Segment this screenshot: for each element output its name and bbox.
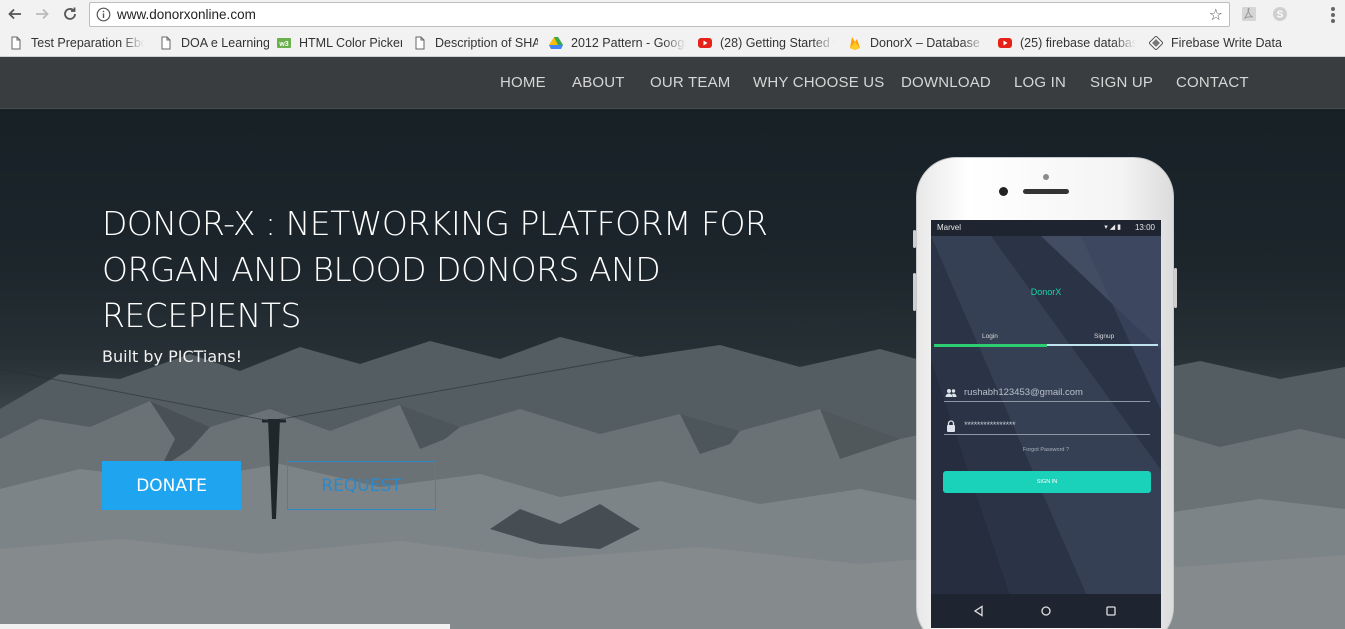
email-value: rushabh123453@gmail.com <box>964 387 1083 398</box>
lock-icon <box>947 420 955 432</box>
nav-why-choose-us[interactable]: WHY CHOOSE US <box>753 74 885 91</box>
bookmark-item[interactable]: w3 HTML Color Picker <box>277 34 402 52</box>
email-field[interactable]: rushabh123453@gmail.com <box>944 384 1150 402</box>
recents-square-icon[interactable] <box>1104 604 1118 618</box>
site-navbar: HOME ABOUT OUR TEAM WHY CHOOSE US DOWNLO… <box>0 57 1345 109</box>
users-icon <box>945 389 957 397</box>
nav-our-team[interactable]: OUR TEAM <box>650 74 731 91</box>
bookmark-item[interactable]: 2012 Pattern - Googl <box>549 34 686 52</box>
bookmark-star-icon[interactable]: ☆ <box>1209 6 1223 23</box>
tab-indicator-active <box>934 344 1047 347</box>
bookmark-item[interactable]: Firebase Write Data <box>1149 34 1289 52</box>
nav-sign-up[interactable]: SIGN UP <box>1090 74 1153 91</box>
address-row: www.donorxonline.com ☆ S <box>0 0 1345 29</box>
skype-extension-icon[interactable]: S <box>1272 6 1288 22</box>
back-arrow-icon <box>8 8 21 20</box>
firebase-icon <box>850 37 860 50</box>
hero-section: DONOR-X : NETWORKING PLATFORM FOR ORGAN … <box>0 109 1345 629</box>
bookmark-item[interactable]: DonorX – Database – <box>848 34 985 52</box>
forward-button[interactable] <box>31 3 53 25</box>
pdf-extension-icon[interactable] <box>1241 6 1257 22</box>
app-brand: DonorX <box>1030 287 1062 297</box>
phone-side-button <box>1174 268 1177 308</box>
reload-icon <box>64 7 76 20</box>
url-text: www.donorxonline.com <box>117 7 256 22</box>
hero-subline: Built by PICTians! <box>102 347 243 366</box>
phone-screen: Marvel ▾◢▮ 13:00 DonorX Login Signup rus… <box>931 220 1161 628</box>
bookmark-item[interactable]: Test Preparation Ebo <box>9 34 144 52</box>
phone-speaker <box>1023 189 1069 194</box>
password-field[interactable]: **************** <box>944 417 1150 435</box>
status-icons: ▾◢▮ <box>1104 224 1123 231</box>
forward-arrow-icon <box>36 8 49 20</box>
nav-contact[interactable]: CONTACT <box>1176 74 1249 91</box>
reload-button[interactable] <box>59 3 81 25</box>
svg-text:S: S <box>1277 10 1284 21</box>
browser-menu-icon[interactable] <box>1331 7 1335 23</box>
bookmark-item[interactable]: (25) firebase databas <box>998 34 1136 52</box>
address-bar[interactable]: www.donorxonline.com ☆ <box>89 2 1230 27</box>
bookmark-item[interactable]: Description of SHA <box>413 34 538 52</box>
request-button[interactable]: REQUEST <box>287 461 436 510</box>
carrier-label: Marvel <box>937 223 962 232</box>
donate-button[interactable]: DONATE <box>102 461 241 510</box>
w3-icon: w3 <box>277 38 291 48</box>
phone-mockup: Marvel ▾◢▮ 13:00 DonorX Login Signup rus… <box>913 157 1177 629</box>
info-icon[interactable] <box>96 7 111 22</box>
browser-chrome: www.donorxonline.com ☆ S Test Preparatio… <box>0 0 1345 57</box>
back-triangle-icon[interactable] <box>972 604 986 618</box>
drive-icon <box>549 37 563 49</box>
svg-text:w3: w3 <box>278 41 288 48</box>
password-value: **************** <box>964 420 1016 431</box>
tab-signup[interactable]: Signup <box>1094 333 1114 340</box>
phone-camera <box>999 187 1008 196</box>
android-nav-bar <box>931 594 1161 628</box>
back-button[interactable] <box>4 3 26 25</box>
bottom-status-strip <box>0 624 450 629</box>
tab-login[interactable]: Login <box>982 333 998 340</box>
tab-indicator <box>1047 344 1158 346</box>
nav-about[interactable]: ABOUT <box>572 74 625 91</box>
bookmark-item[interactable]: DOA e Learning <box>159 34 269 52</box>
phone-side-button <box>913 230 916 248</box>
page-icon <box>161 36 171 50</box>
phone-side-button <box>913 273 916 311</box>
sign-in-button[interactable]: SIGN IN <box>943 471 1151 493</box>
forgot-password-link[interactable]: Forgot Password ? <box>931 447 1161 453</box>
nav-download[interactable]: DOWNLOAD <box>901 74 991 91</box>
home-circle-icon[interactable] <box>1039 604 1053 618</box>
nav-log-in[interactable]: LOG IN <box>1014 74 1066 91</box>
nav-home[interactable]: HOME <box>500 74 546 91</box>
phone-sensor <box>1043 174 1049 180</box>
bookmarks-bar: Test Preparation Ebo DOA e Learning w3 H… <box>0 30 1345 56</box>
youtube-icon <box>698 38 712 48</box>
phone-status-bar: Marvel ▾◢▮ 13:00 <box>931 220 1161 236</box>
diamond-icon <box>1149 36 1163 50</box>
bookmark-item[interactable]: (28) Getting Started v <box>698 34 835 52</box>
clock-label: 13:00 <box>1134 223 1155 232</box>
hero-headline: DONOR-X : NETWORKING PLATFORM FOR ORGAN … <box>102 204 768 335</box>
page-icon <box>415 36 425 50</box>
page-icon <box>11 36 21 50</box>
youtube-icon <box>998 38 1012 48</box>
